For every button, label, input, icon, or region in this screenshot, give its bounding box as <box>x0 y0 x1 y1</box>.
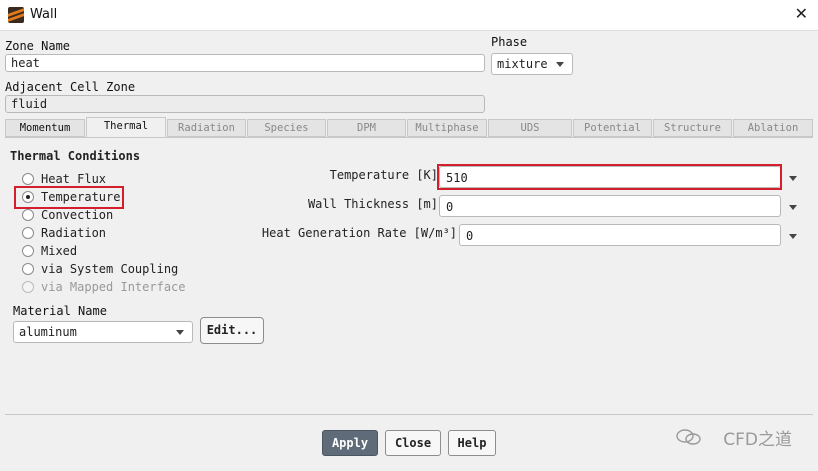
material-name-label: Material Name <box>13 304 107 318</box>
heat-generation-rate-label: Heat Generation Rate [W/m³] <box>261 226 457 240</box>
radio-label: Convection <box>41 208 114 222</box>
radio-label: via Mapped Interface <box>41 280 186 294</box>
wechat-icon <box>676 429 701 445</box>
chevron-down-icon[interactable] <box>789 176 797 181</box>
wall-thickness-input[interactable]: 0 <box>439 195 781 217</box>
edit-material-button[interactable]: Edit... <box>200 317 264 344</box>
tab-thermal[interactable]: Thermal <box>86 117 166 138</box>
apply-button[interactable]: Apply <box>322 430 378 456</box>
zone-name-label: Zone Name <box>5 39 71 53</box>
bottom-divider <box>5 414 813 415</box>
help-button[interactable]: Help <box>448 430 496 456</box>
phase-value: mixture <box>497 57 548 71</box>
tab-structure[interactable]: Structure <box>653 119 732 137</box>
radio-label: Heat Flux <box>41 172 107 186</box>
radio-button[interactable] <box>22 245 34 257</box>
chevron-down-icon <box>556 62 564 67</box>
radio-button[interactable] <box>22 227 34 239</box>
material-value: aluminum <box>19 325 77 339</box>
watermark-text: CFD之道 <box>723 430 792 450</box>
phase-label: Phase <box>491 35 528 49</box>
radio-label: Radiation <box>41 226 107 240</box>
tab-uds[interactable]: UDS <box>488 119 572 137</box>
tab-radiation[interactable]: Radiation <box>167 119 246 137</box>
chevron-down-icon[interactable] <box>789 234 797 239</box>
highlight-box <box>437 164 782 190</box>
tab-divider <box>5 137 813 138</box>
radio-button <box>22 281 34 293</box>
heat-generation-rate-input[interactable]: 0 <box>459 224 781 246</box>
window-title: Wall <box>30 7 58 22</box>
title-bar: Wall ✕ <box>0 0 818 30</box>
adjacent-cell-zone-label: Adjacent Cell Zone <box>5 80 136 94</box>
fluent-app-icon <box>8 7 24 23</box>
radio-button[interactable] <box>22 209 34 221</box>
radio-label: Mixed <box>41 244 78 258</box>
chevron-down-icon <box>176 330 184 335</box>
close-button[interactable]: Close <box>385 430 441 456</box>
thermal-conditions-title: Thermal Conditions <box>10 149 141 163</box>
temperature-label: Temperature [K] <box>329 168 438 182</box>
chevron-down-icon[interactable] <box>789 205 797 210</box>
close-icon[interactable]: ✕ <box>795 6 808 22</box>
tab-momentum[interactable]: Momentum <box>5 119 85 137</box>
wall-dialog: Zone Name heat Phase mixture Adjacent Ce… <box>0 30 818 471</box>
radio-button[interactable] <box>22 173 34 185</box>
radio-button[interactable] <box>22 263 34 275</box>
radio-label: via System Coupling <box>41 262 179 276</box>
wall-thickness-label: Wall Thickness [m] <box>307 197 438 211</box>
tab-potential[interactable]: Potential <box>573 119 652 137</box>
adjacent-cell-zone-field: fluid <box>5 95 485 113</box>
material-dropdown[interactable]: aluminum <box>13 321 193 343</box>
tab-ablation[interactable]: Ablation <box>733 119 813 137</box>
tab-dpm[interactable]: DPM <box>327 119 406 137</box>
phase-dropdown[interactable]: mixture <box>491 53 573 75</box>
highlight-box <box>14 186 124 209</box>
tab-multiphase[interactable]: Multiphase <box>407 119 487 137</box>
tab-species[interactable]: Species <box>247 119 326 137</box>
zone-name-input[interactable]: heat <box>5 54 485 72</box>
tab-bar: Momentum Thermal Radiation Species DPM M… <box>5 117 813 138</box>
